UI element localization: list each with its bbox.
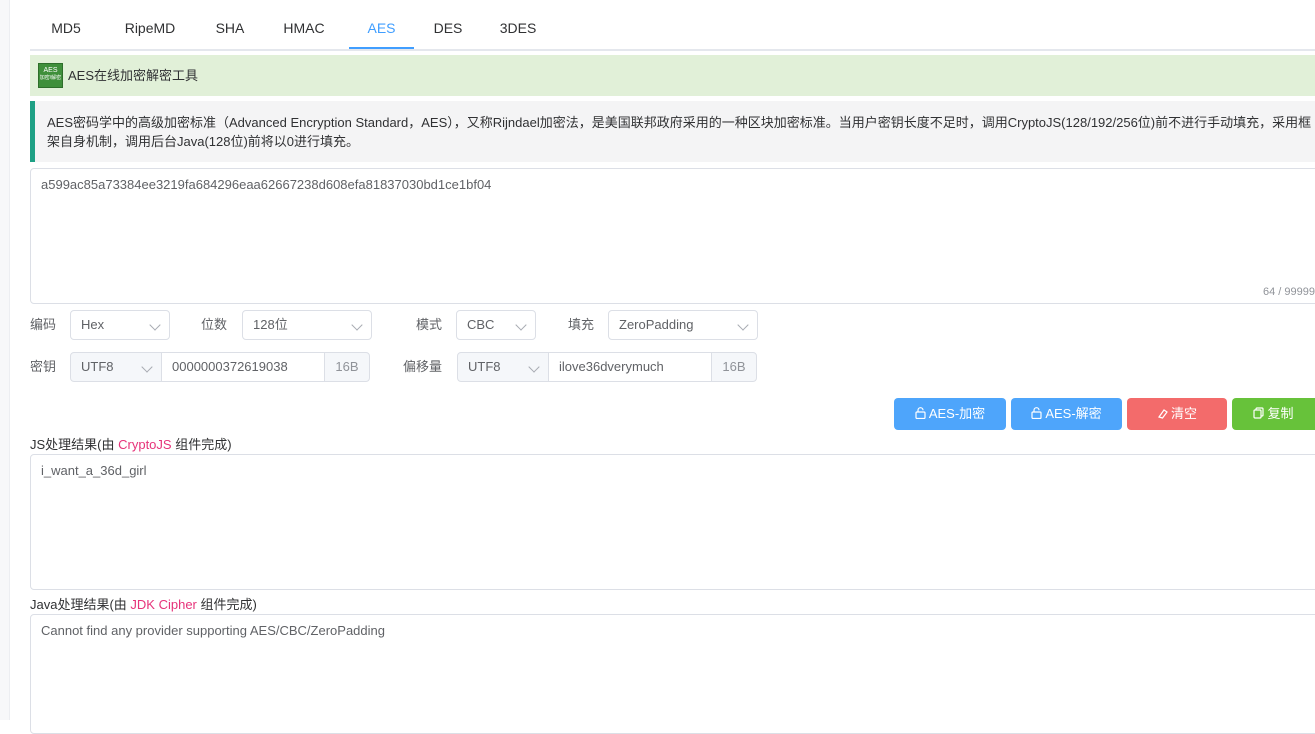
input-textarea[interactable]: a599ac85a73384ee3219fa684296eaa62667238d… <box>30 168 1315 304</box>
input-text: a599ac85a73384ee3219fa684296eaa62667238d… <box>41 177 492 192</box>
clear-button[interactable]: 清空 <box>1127 398 1227 430</box>
chevron-down-icon <box>737 319 749 331</box>
input-char-count: 64 / 99999 <box>1263 286 1315 298</box>
key-input[interactable]: 0000000372619038 <box>162 352 324 382</box>
tab-des[interactable]: DES <box>433 0 463 49</box>
iv-label: 偏移量 <box>403 359 443 374</box>
tool-title-bar: AES 加密/解密 AES在线加密解密工具 <box>30 55 1315 96</box>
eraser-icon <box>1157 399 1168 431</box>
algorithm-tabs: MD5 RipeMD SHA HMAC AES DES 3DES <box>30 0 1315 51</box>
tab-md5[interactable]: MD5 <box>50 0 82 49</box>
padding-select[interactable]: ZeroPadding <box>608 310 758 340</box>
java-result-textarea[interactable]: Cannot find any provider supporting AES/… <box>30 614 1315 734</box>
unlock-icon <box>1031 399 1042 431</box>
iv-encoding-select[interactable]: UTF8 <box>457 352 549 382</box>
padding-label: 填充 <box>568 317 595 332</box>
chevron-down-icon <box>515 319 527 331</box>
bits-label: 位数 <box>201 317 228 332</box>
unlock-icon <box>915 399 926 431</box>
page-title: AES在线加密解密工具 <box>68 68 199 83</box>
tab-sha[interactable]: SHA <box>214 0 246 49</box>
chevron-down-icon <box>351 319 363 331</box>
decrypt-button[interactable]: AES-解密 <box>1011 398 1122 430</box>
key-encoding-select[interactable]: UTF8 <box>70 352 162 382</box>
java-result-label: Java处理结果(由 JDK Cipher 组件完成) <box>30 597 257 612</box>
js-result-text: i_want_a_36d_girl <box>41 463 147 478</box>
java-result-text: Cannot find any provider supporting AES/… <box>41 623 385 638</box>
chevron-down-icon <box>149 319 161 331</box>
mode-select[interactable]: CBC <box>456 310 536 340</box>
active-tab-indicator <box>349 47 414 49</box>
iv-input[interactable]: ilove36dverymuch <box>549 352 711 382</box>
bits-select[interactable]: 128位 <box>242 310 372 340</box>
js-result-label: JS处理结果(由 CryptoJS 组件完成) <box>30 437 232 452</box>
cryptojs-highlight: CryptoJS <box>118 437 172 452</box>
tab-hmac[interactable]: HMAC <box>282 0 326 49</box>
tab-3des[interactable]: 3DES <box>499 0 537 49</box>
js-result-textarea[interactable]: i_want_a_36d_girl <box>30 454 1315 590</box>
chevron-down-icon <box>141 361 153 373</box>
encrypt-button[interactable]: AES-加密 <box>894 398 1006 430</box>
key-size-badge: 16B <box>324 352 370 382</box>
chevron-down-icon <box>528 361 540 373</box>
algorithm-description: AES密码学中的高级加密标准（Advanced Encryption Stand… <box>30 101 1315 162</box>
iv-size-badge: 16B <box>711 352 757 382</box>
encoding-select[interactable]: Hex <box>70 310 170 340</box>
left-gutter <box>0 0 10 720</box>
jdk-cipher-highlight: JDK Cipher <box>130 597 197 612</box>
tab-ripemd[interactable]: RipeMD <box>120 0 180 49</box>
key-label: 密钥 <box>30 359 57 374</box>
tab-aes[interactable]: AES <box>364 0 399 49</box>
copy-button[interactable]: 复制 <box>1232 398 1315 430</box>
mode-label: 模式 <box>416 317 443 332</box>
aes-logo-icon: AES 加密/解密 <box>38 63 63 88</box>
encoding-label: 编码 <box>30 317 57 332</box>
copy-icon <box>1253 399 1265 431</box>
